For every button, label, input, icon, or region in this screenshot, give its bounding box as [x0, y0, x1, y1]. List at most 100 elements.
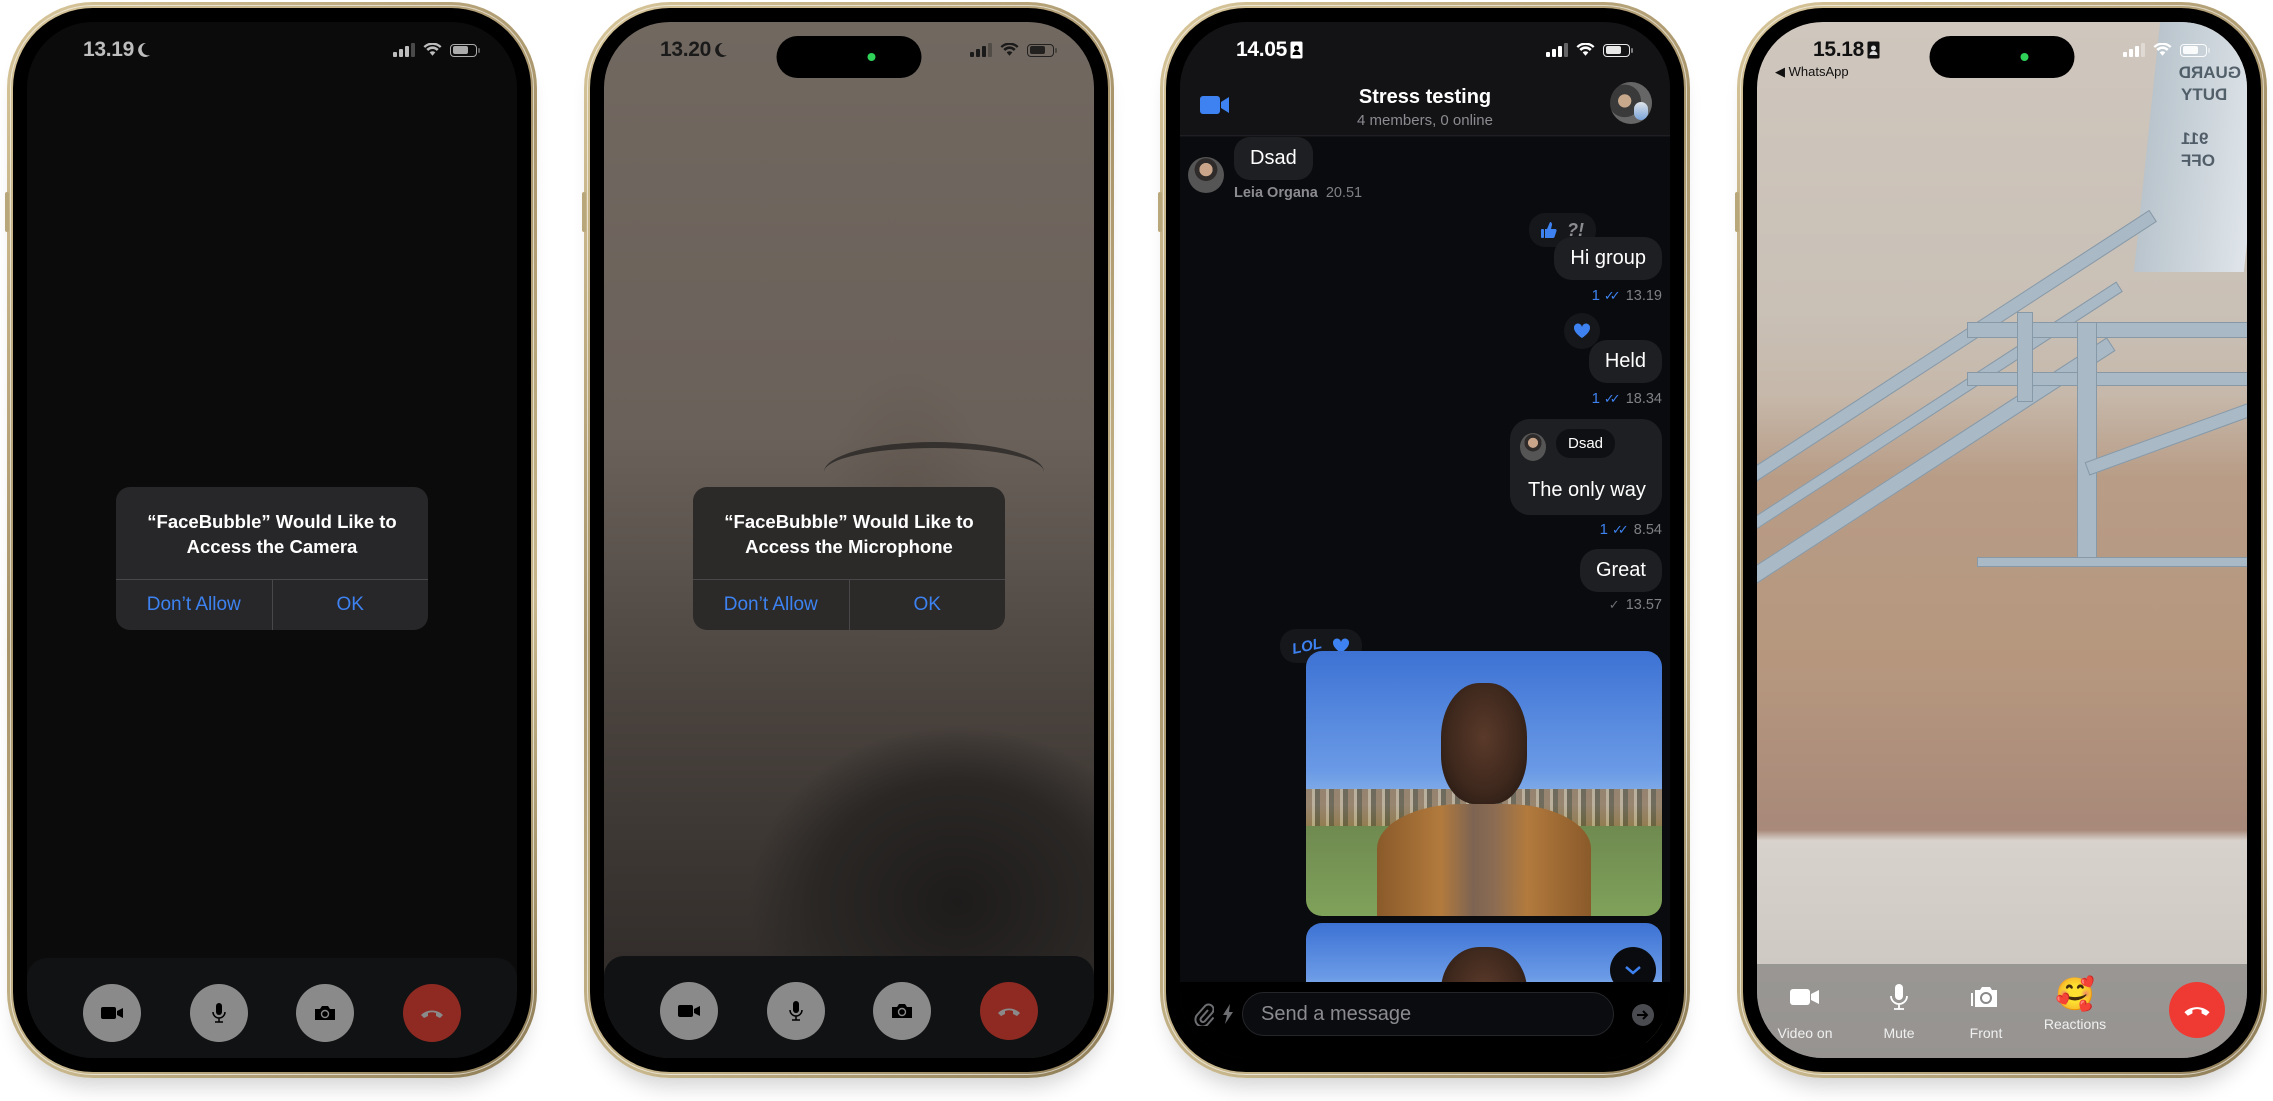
- heart-icon: [1573, 323, 1591, 338]
- moon-icon: [715, 42, 728, 57]
- message-time: 13.19: [1625, 287, 1662, 304]
- message-meta: ✓ 13.57: [1609, 597, 1662, 613]
- read-count: 1: [1599, 521, 1608, 538]
- end-call-icon: [997, 1008, 1020, 1016]
- status-time-text: 14.05: [1236, 38, 1288, 61]
- call-controls-bar: Video on Mute Front 🥰 Reactions: [1757, 964, 2247, 1058]
- reply-avatar: [1520, 433, 1546, 461]
- single-check-icon: ✓: [1608, 597, 1620, 612]
- message-bubble[interactable]: Great: [1579, 549, 1662, 592]
- read-count: 1: [1591, 287, 1600, 304]
- phone-frame-4: GUARD DUTY 911 OFF 15.18 ◀ WhatsApp Vide…: [1735, 2, 2267, 1078]
- ok-button[interactable]: OK: [271, 580, 429, 630]
- control-label: Reactions: [2043, 1016, 2107, 1032]
- message-text: The only way: [1528, 479, 1646, 501]
- photo-message[interactable]: [1306, 651, 1662, 916]
- dynamic-island: [1929, 36, 2075, 78]
- camera-flip-icon: [892, 1004, 913, 1018]
- status-bar: 14.05: [1180, 22, 1670, 78]
- permission-alert: “FaceBubble” Would Like to Access the Mi…: [693, 487, 1005, 630]
- tower-deck: [1967, 322, 2247, 338]
- reactions-button[interactable]: 🥰 Reactions: [2035, 976, 2115, 1032]
- message-input[interactable]: Send a message: [1242, 992, 1614, 1036]
- side-button: [1735, 192, 1739, 232]
- group-chat-screen: 14.05 Stress testing 4 members, 0 online…: [1180, 22, 1670, 1058]
- message-list[interactable]: Dsad Leia Organa 20.51 ?! Hi group 1 ✓✓ …: [1180, 137, 1670, 1043]
- message-time: 20.51: [1325, 185, 1363, 201]
- call-controls-bar: [27, 958, 517, 1058]
- wifi-icon: [423, 43, 442, 56]
- message-bubble[interactable]: Held: [1588, 340, 1662, 383]
- camera-permission-screen: 13.19 “FaceBubble” Would Like to Access …: [27, 22, 517, 1058]
- video-camera-icon: [1790, 989, 1819, 1005]
- double-check-icon: ✓✓: [1611, 521, 1629, 537]
- sender-avatar[interactable]: [1188, 157, 1224, 193]
- cellular-signal-icon: [1546, 43, 1568, 57]
- tower-base: [1977, 557, 2247, 567]
- flip-camera-button[interactable]: [296, 984, 355, 1042]
- cellular-signal-icon: [2123, 43, 2145, 57]
- flip-camera-button[interactable]: [873, 982, 932, 1040]
- reply-message-bubble[interactable]: Dsad The only way: [1510, 419, 1662, 515]
- group-avatar[interactable]: [1610, 82, 1652, 124]
- end-call-button[interactable]: [2169, 982, 2225, 1038]
- ok-button[interactable]: OK: [848, 580, 1006, 630]
- quoted-message[interactable]: Dsad: [1556, 429, 1616, 458]
- alert-title: “FaceBubble” Would Like to Access the Ca…: [147, 511, 397, 557]
- battery-icon: [450, 43, 480, 57]
- mute-button[interactable]: [189, 984, 248, 1042]
- cellular-signal-icon: [970, 43, 992, 57]
- cellular-signal-icon: [393, 43, 415, 57]
- flip-camera-button[interactable]: Front: [1946, 982, 2026, 1041]
- battery-icon: [1027, 43, 1057, 57]
- moon-icon: [138, 42, 151, 57]
- dont-allow-button[interactable]: Don’t Allow: [693, 580, 849, 630]
- message-meta: 1 ✓✓ 13.19: [1592, 287, 1662, 304]
- end-call-icon: [2184, 1007, 2210, 1016]
- side-button: [582, 192, 586, 232]
- send-button[interactable]: [1632, 1004, 1654, 1026]
- end-call-icon: [420, 1010, 443, 1018]
- status-time: 13.20: [660, 38, 728, 62]
- tower-leg: [2017, 312, 2033, 402]
- person-badge-icon: [1290, 41, 1303, 59]
- double-check-icon: ✓✓: [1603, 287, 1621, 303]
- alert-title: “FaceBubble” Would Like to Access the Mi…: [724, 511, 974, 557]
- phone-frame-3: 14.05 Stress testing 4 members, 0 online…: [1158, 2, 1690, 1078]
- camera-in-use-indicator: [867, 53, 876, 61]
- battery-icon: [1603, 43, 1633, 57]
- video-toggle-button[interactable]: [83, 984, 142, 1042]
- mute-button[interactable]: [766, 982, 825, 1040]
- status-time-text: 13.19: [83, 38, 135, 61]
- end-call-button[interactable]: [979, 982, 1038, 1040]
- tower-brace: [2084, 400, 2247, 476]
- call-controls-bar: [604, 956, 1094, 1058]
- message-time: 8.54: [1633, 521, 1662, 538]
- video-call-screen: GUARD DUTY 911 OFF 15.18 ◀ WhatsApp Vide…: [1757, 22, 2247, 1058]
- chevron-down-icon: [1625, 966, 1641, 975]
- lightning-icon[interactable]: [1222, 1004, 1234, 1024]
- dont-allow-button[interactable]: Don’t Allow: [116, 580, 272, 630]
- camera-flip-icon: [1971, 987, 1997, 1007]
- chat-title[interactable]: Stress testing: [1180, 86, 1670, 109]
- mute-button[interactable]: Mute: [1859, 982, 1939, 1041]
- tower-leg: [2077, 322, 2097, 562]
- smiling-hearts-emoji-icon: 🥰: [2055, 976, 2095, 1012]
- message-bubble[interactable]: Hi group: [1554, 237, 1662, 280]
- message-meta: 1 ✓✓ 8.54: [1600, 521, 1662, 538]
- arrow-right-icon: [1637, 1010, 1649, 1020]
- video-on-button[interactable]: Video on: [1765, 982, 1845, 1041]
- message-time: 18.34: [1625, 390, 1662, 407]
- sender-name: Leia Organa: [1234, 185, 1318, 201]
- thumbs-up-icon: [1541, 222, 1557, 238]
- video-camera-icon: [678, 1005, 701, 1017]
- message-bubble[interactable]: Dsad: [1234, 137, 1313, 180]
- message-meta: 1 ✓✓ 18.34: [1592, 390, 1662, 407]
- tower-sign-text: GUARD DUTY 911 OFF: [2178, 63, 2241, 170]
- end-call-button[interactable]: [402, 984, 461, 1042]
- tower-deck: [1967, 372, 2247, 386]
- back-to-whatsapp-link[interactable]: ◀ WhatsApp: [1775, 64, 1849, 80]
- camera-flip-icon: [315, 1006, 336, 1020]
- video-toggle-button[interactable]: [660, 982, 719, 1040]
- paperclip-icon[interactable]: [1194, 1002, 1214, 1026]
